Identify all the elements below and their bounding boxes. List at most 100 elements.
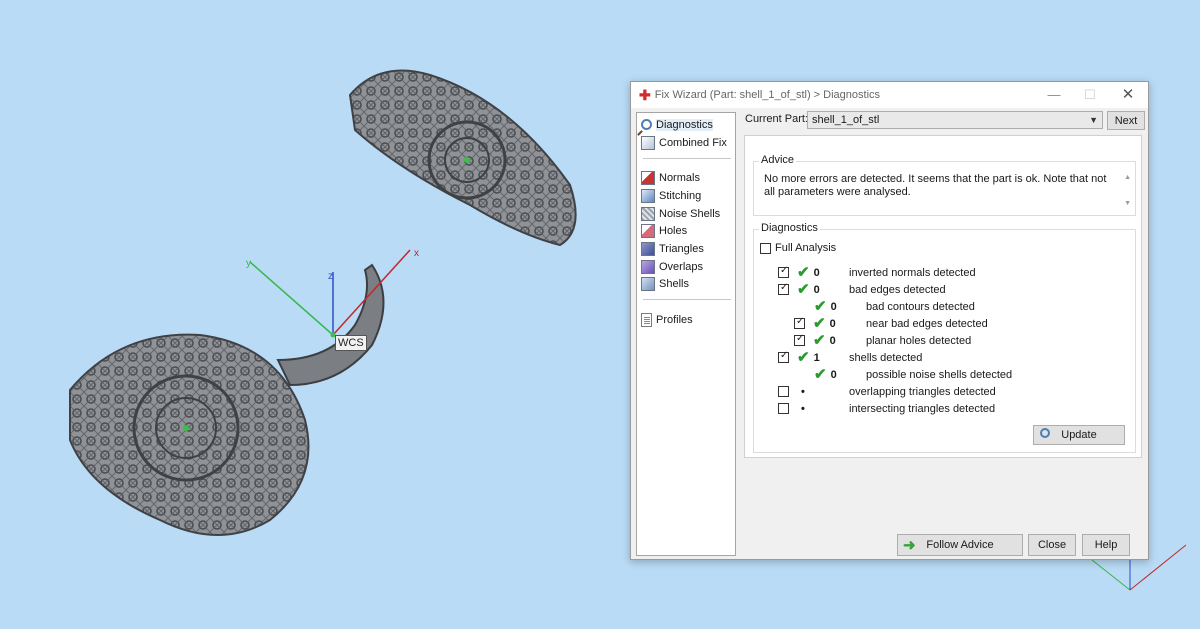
overlaps-icon xyxy=(641,259,655,274)
row-checkbox[interactable] xyxy=(778,282,789,295)
sidebar-item-shells[interactable]: Shells xyxy=(641,275,689,292)
row-label: possible noise shells detected xyxy=(866,369,1013,381)
row-checkbox[interactable] xyxy=(778,386,789,397)
profiles-icon xyxy=(641,312,652,327)
advice-text: No more errors are detected. It seems th… xyxy=(764,173,1107,198)
sidebar-item-triangles[interactable]: Triangles xyxy=(641,240,704,257)
filigree-top-shell xyxy=(348,69,577,247)
scroll-down-icon[interactable]: ▼ xyxy=(1124,200,1131,207)
check-icon: ✔ xyxy=(813,315,826,332)
row-checkbox[interactable] xyxy=(794,316,805,329)
triangles-icon xyxy=(641,241,655,256)
row-checkbox[interactable] xyxy=(778,350,789,363)
row-label: bad contours detected xyxy=(866,301,975,313)
filigree-bottom-shell xyxy=(69,333,310,536)
check-icon: ✔ xyxy=(797,281,810,298)
diag-row-planar-holes: ✔ 0 xyxy=(794,333,836,348)
sidebar-item-diagnostics[interactable]: Diagnostics xyxy=(641,116,713,133)
full-analysis-label: Full Analysis xyxy=(775,242,837,254)
advice-group: Advice No more errors are detected. It s… xyxy=(753,154,1136,216)
diagnostics-panel: Advice No more errors are detected. It s… xyxy=(744,135,1142,458)
follow-advice-button[interactable]: ➜ Follow Advice xyxy=(897,534,1023,556)
wizard-sidebar: Diagnostics Combined Fix Normals Stitchi… xyxy=(636,112,736,556)
wcs-label: WCS xyxy=(335,335,367,351)
check-icon: ✔ xyxy=(813,332,826,349)
cube-icon xyxy=(641,135,655,150)
current-part-label: Current Part: xyxy=(745,113,808,125)
normals-icon xyxy=(641,170,655,185)
row-count: • xyxy=(801,402,805,415)
sidebar-item-noise-shells[interactable]: Noise Shells xyxy=(641,205,720,222)
scroll-up-icon[interactable]: ▲ xyxy=(1124,174,1131,181)
axis-z-label: z xyxy=(328,271,333,282)
row-label: near bad edges detected xyxy=(866,318,988,330)
axis-y-label: y xyxy=(246,258,251,269)
sidebar-divider xyxy=(643,299,731,300)
row-label: overlapping triangles detected xyxy=(849,386,996,398)
sidebar-item-holes[interactable]: Holes xyxy=(641,222,687,239)
axis-gizmo: x y z xyxy=(246,248,419,338)
title-bar[interactable]: ✚ Fix Wizard (Part: shell_1_of_stl) > Di… xyxy=(631,82,1148,108)
diagnostics-group: Diagnostics Full Analysis ✔ 0 inverted n… xyxy=(753,222,1136,453)
check-icon: ✔ xyxy=(797,349,810,366)
diag-row-noise-shells: ✔ 0 xyxy=(810,367,837,382)
red-cross-icon: ✚ xyxy=(639,87,651,103)
row-label: inverted normals detected xyxy=(849,267,976,279)
full-analysis-checkbox[interactable] xyxy=(760,242,771,254)
sidebar-item-combined-fix[interactable]: Combined Fix xyxy=(641,134,727,151)
diag-row-inverted-normals: ✔ 0 xyxy=(778,265,820,280)
update-button[interactable]: Update xyxy=(1033,425,1125,445)
diag-row-near-bad-edges: ✔ 0 xyxy=(794,316,836,331)
dialog-title: Fix Wizard (Part: shell_1_of_stl) > Diag… xyxy=(654,89,881,101)
sidebar-item-overlaps[interactable]: Overlaps xyxy=(641,258,703,275)
row-checkbox[interactable] xyxy=(778,403,789,414)
chevron-down-icon: ▼ xyxy=(1089,115,1098,125)
check-icon: ✔ xyxy=(814,298,827,315)
diagnostics-title: Diagnostics xyxy=(759,222,820,234)
check-icon: ✔ xyxy=(814,366,827,383)
minimize-button[interactable]: — xyxy=(1041,86,1067,104)
shells-icon xyxy=(641,276,655,291)
maximize-button[interactable]: ☐ xyxy=(1077,86,1103,104)
diag-row-bad-contours: ✔ 0 xyxy=(810,299,837,314)
full-analysis-option[interactable]: Full Analysis xyxy=(760,242,836,254)
row-label: intersecting triangles detected xyxy=(849,403,996,415)
diag-row-overlapping-triangles: • xyxy=(778,384,805,399)
close-window-button[interactable]: ✕ xyxy=(1115,86,1141,104)
row-label: bad edges detected xyxy=(849,284,946,296)
row-count: 1 xyxy=(813,351,820,364)
magnifier-icon xyxy=(641,119,652,130)
advice-title: Advice xyxy=(759,154,797,166)
sidebar-divider xyxy=(643,158,731,159)
green-arrow-icon: ➜ xyxy=(903,537,916,554)
current-part-value: shell_1_of_stl xyxy=(812,114,880,126)
row-count: 0 xyxy=(813,283,820,296)
holes-icon xyxy=(641,223,655,238)
current-part-select[interactable]: shell_1_of_stl ▼ xyxy=(807,111,1103,129)
diag-row-bad-edges: ✔ 0 xyxy=(778,282,820,297)
axis-x-label: x xyxy=(414,248,419,259)
row-count: 0 xyxy=(813,266,820,279)
sidebar-item-profiles[interactable]: Profiles xyxy=(641,311,693,328)
ring-band xyxy=(276,263,385,387)
check-icon: ✔ xyxy=(797,264,810,281)
row-count: 0 xyxy=(830,368,837,381)
row-label: shells detected xyxy=(849,352,923,364)
row-count: • xyxy=(801,385,805,398)
row-checkbox[interactable] xyxy=(794,333,805,346)
diag-row-shells: ✔ 1 xyxy=(778,350,820,365)
row-label: planar holes detected xyxy=(866,335,972,347)
row-checkbox[interactable] xyxy=(778,265,789,278)
update-label: Update xyxy=(1061,429,1097,441)
help-button[interactable]: Help xyxy=(1082,534,1130,556)
next-button[interactable]: Next xyxy=(1107,111,1145,130)
noise-shells-icon xyxy=(641,206,655,221)
close-button[interactable]: Close xyxy=(1028,534,1076,556)
sidebar-item-normals[interactable]: Normals xyxy=(641,169,700,186)
follow-advice-label: Follow Advice xyxy=(926,539,994,551)
row-count: 0 xyxy=(829,317,836,330)
sidebar-item-stitching[interactable]: Stitching xyxy=(641,187,701,204)
diag-row-intersecting-triangles: • xyxy=(778,401,805,416)
row-count: 0 xyxy=(829,334,836,347)
stitching-icon xyxy=(641,188,655,203)
